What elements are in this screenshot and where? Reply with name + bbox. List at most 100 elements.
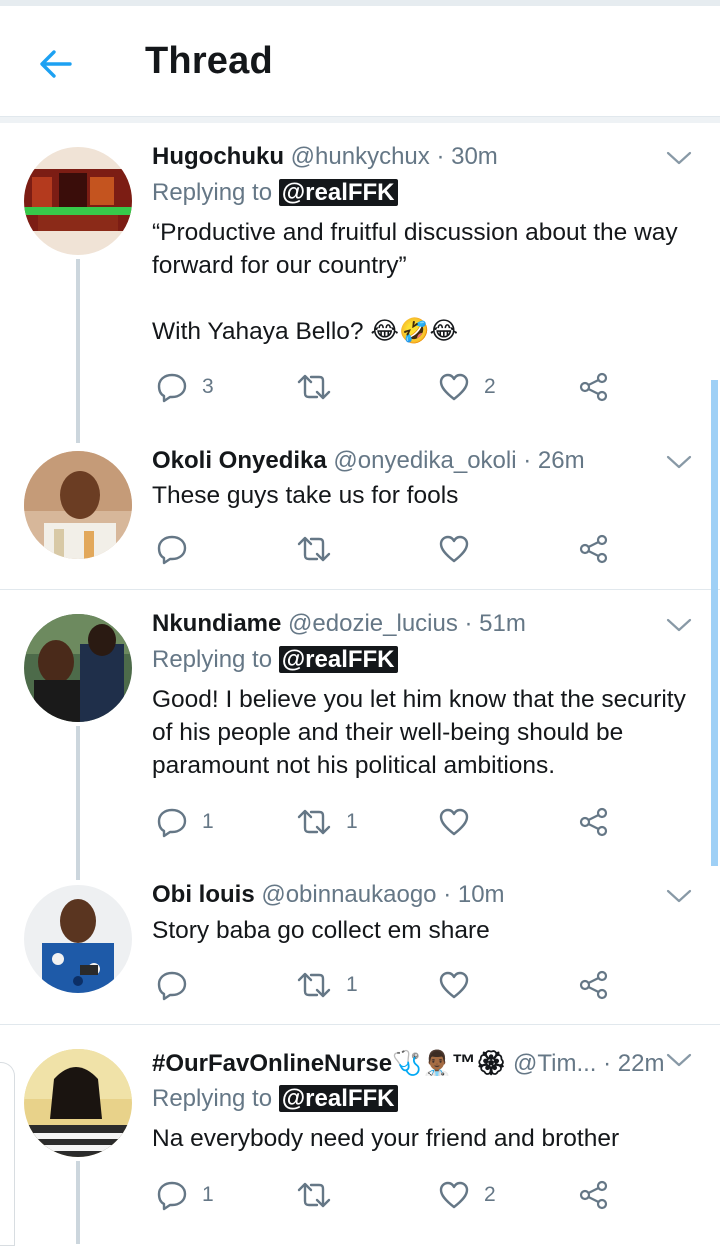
- retweet-button[interactable]: 1: [296, 802, 358, 842]
- display-name[interactable]: Nkundiame: [152, 610, 281, 637]
- reply-button[interactable]: 3: [156, 367, 214, 407]
- reply-icon: [157, 971, 187, 1001]
- handle[interactable]: @Tim...: [513, 1050, 596, 1077]
- tweet[interactable]: Obi louis @obinnaukaogo · 10m Story baba…: [0, 880, 720, 1023]
- display-name[interactable]: Hugochuku: [152, 143, 284, 170]
- chevron-down-icon: [666, 151, 692, 165]
- retweet-count: 1: [346, 973, 358, 996]
- display-name[interactable]: Okoli Onyedika: [152, 447, 327, 474]
- page-title: Thread: [145, 40, 273, 82]
- timestamp: · 22m: [603, 1050, 665, 1077]
- share-button[interactable]: [578, 367, 610, 407]
- tweet-menu-button[interactable]: [664, 886, 694, 906]
- replying-to: Replying to @realFFK: [152, 1085, 398, 1113]
- retweet-button[interactable]: 1: [296, 965, 358, 1005]
- avatar[interactable]: [24, 885, 132, 993]
- reply-icon: [157, 535, 187, 565]
- display-name[interactable]: Obi louis: [152, 881, 255, 908]
- tweet[interactable]: Okoli Onyedika @onyedika_okoli · 26m The…: [0, 443, 720, 588]
- heart-icon: [439, 373, 469, 401]
- avatar[interactable]: [24, 1049, 132, 1157]
- share-button[interactable]: [578, 965, 610, 1005]
- tweet-menu-button[interactable]: [664, 1050, 694, 1070]
- timestamp: · 10m: [443, 881, 505, 908]
- replying-to-label: Replying to: [152, 179, 273, 206]
- tweet-header: Nkundiame @edozie_lucius · 51m: [152, 610, 526, 638]
- like-button[interactable]: [438, 965, 484, 1005]
- tweet-menu-button[interactable]: [664, 148, 694, 168]
- heart-icon: [439, 971, 469, 999]
- retweet-icon: [297, 1182, 331, 1208]
- heart-icon: [439, 808, 469, 836]
- tweet-header: #OurFavOnlineNurse🩺👨🏾‍⚕️™🏵 @Tim... · 22m: [152, 1049, 664, 1078]
- handle[interactable]: @obinnaukaogo: [261, 881, 436, 908]
- top-bar: Thread: [0, 6, 720, 117]
- avatar[interactable]: [24, 451, 132, 559]
- tweet-actions: [152, 529, 622, 569]
- share-icon: [579, 534, 608, 564]
- like-count: 2: [484, 1183, 496, 1206]
- replying-to: Replying to @realFFK: [152, 646, 398, 674]
- avatar[interactable]: [24, 147, 132, 255]
- chevron-down-icon: [666, 1053, 692, 1067]
- handle[interactable]: @edozie_lucius: [288, 610, 458, 637]
- floating-panel-edge: [0, 1062, 15, 1246]
- tweet[interactable]: #OurFavOnlineNurse🩺👨🏾‍⚕️™🏵 @Tim... · 22m…: [0, 1025, 720, 1244]
- like-button[interactable]: [438, 802, 484, 842]
- tweet-text: Na everybody need your friend and brothe…: [152, 1125, 620, 1152]
- thread-line: [76, 259, 80, 443]
- tweet-text: “Productive and fruitful discussion abou…: [152, 219, 678, 345]
- reply-button[interactable]: [156, 529, 202, 569]
- tweet-menu-button[interactable]: [664, 615, 694, 635]
- retweet-icon: [297, 374, 331, 400]
- retweet-button[interactable]: [296, 367, 346, 407]
- tweet-text: Story baba go collect em share: [152, 917, 490, 944]
- chevron-down-icon: [666, 889, 692, 903]
- handle[interactable]: @hunkychux: [291, 143, 430, 170]
- tweet-text: Good! I believe you let him know that th…: [152, 686, 686, 779]
- reply-button[interactable]: [156, 965, 202, 1005]
- tweet-header: Obi louis @obinnaukaogo · 10m: [152, 881, 505, 909]
- like-count: 2: [484, 375, 496, 398]
- replying-to-label: Replying to: [152, 1085, 273, 1112]
- like-button[interactable]: 2: [438, 1175, 496, 1215]
- retweet-button[interactable]: [296, 1175, 346, 1215]
- heart-icon: [439, 1181, 469, 1209]
- like-button[interactable]: 2: [438, 367, 496, 407]
- like-button[interactable]: [438, 529, 484, 569]
- share-icon: [579, 807, 608, 837]
- share-button[interactable]: [578, 802, 610, 842]
- reply-count: 1: [202, 1183, 214, 1206]
- tweet[interactable]: Hugochuku @hunkychux · 30m Replying to @…: [0, 123, 720, 443]
- tweet-actions: 3 2: [152, 367, 622, 407]
- reply-count: 3: [202, 375, 214, 398]
- reply-icon: [157, 1181, 187, 1211]
- share-button[interactable]: [578, 1175, 610, 1215]
- back-button[interactable]: [36, 44, 76, 84]
- display-name[interactable]: #OurFavOnlineNurse🩺👨🏾‍⚕️™🏵: [152, 1050, 506, 1077]
- tweet-menu-button[interactable]: [664, 452, 694, 472]
- share-icon: [579, 372, 608, 402]
- heart-icon: [439, 535, 469, 563]
- retweet-button[interactable]: [296, 529, 346, 569]
- handle[interactable]: @onyedika_okoli: [333, 447, 516, 474]
- scrollbar[interactable]: [711, 380, 718, 866]
- share-icon: [579, 1180, 608, 1210]
- tweet-text: These guys take us for fools: [152, 482, 459, 509]
- avatar[interactable]: [24, 614, 132, 722]
- mention-link[interactable]: @realFFK: [278, 646, 398, 673]
- reply-button[interactable]: 1: [156, 802, 214, 842]
- tweet-actions: 1 2: [152, 1175, 622, 1215]
- reply-count: 1: [202, 810, 214, 833]
- tweet-header: Hugochuku @hunkychux · 30m: [152, 143, 498, 171]
- share-button[interactable]: [578, 529, 610, 569]
- tweet[interactable]: Nkundiame @edozie_lucius · 51m Replying …: [0, 590, 720, 880]
- mention-link[interactable]: @realFFK: [278, 179, 398, 206]
- reply-button[interactable]: 1: [156, 1175, 214, 1215]
- chevron-down-icon: [666, 455, 692, 469]
- thread-line: [76, 726, 80, 880]
- timestamp: · 51m: [464, 610, 526, 637]
- tweet-actions: 1 1: [152, 802, 622, 842]
- mention-link[interactable]: @realFFK: [278, 1085, 398, 1112]
- retweet-icon: [297, 809, 331, 835]
